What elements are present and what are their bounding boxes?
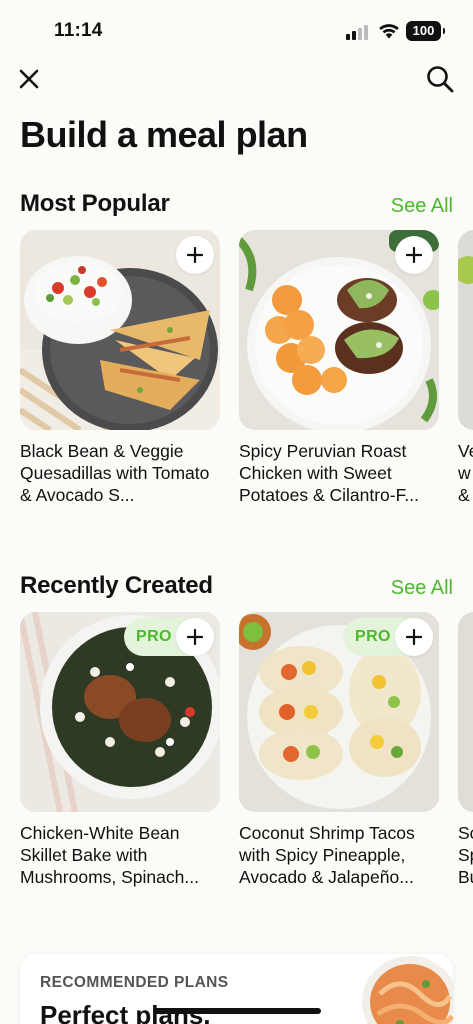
recipe-name: Black Bean & Veggie Quesadillas with Tom… (20, 441, 210, 505)
recommended-plan-image (362, 956, 453, 1024)
recipe-image: PRO (20, 612, 220, 812)
recipe-image (458, 230, 473, 430)
add-to-plan-button[interactable] (395, 236, 433, 274)
recipe-card[interactable]: Ve w & (458, 230, 473, 506)
cellular-signal-icon (346, 24, 370, 40)
battery-icon: 100 (406, 21, 445, 41)
plus-icon (187, 247, 203, 263)
recipe-card[interactable]: Sc Sp Bu (458, 612, 473, 888)
recipe-image (239, 230, 439, 430)
recipe-card[interactable]: PRO Coconut Shrimp Tacos with Spicy Pine… (239, 612, 439, 888)
recipe-name: Sc Sp Bu (458, 823, 473, 887)
recipe-name: Ve w & (458, 441, 473, 505)
plus-icon (406, 629, 422, 645)
status-time: 11:14 (54, 20, 103, 41)
page-title: Build a meal plan (20, 114, 308, 155)
recipe-image (20, 230, 220, 430)
see-all-most-popular-link[interactable]: See All (391, 195, 453, 218)
add-to-plan-button[interactable] (395, 618, 433, 656)
status-bar: 11:14 100 (0, 0, 473, 60)
recipe-image: PRO (239, 612, 439, 812)
recipe-image-partial (458, 230, 473, 430)
pro-label: PRO (136, 628, 172, 645)
add-to-plan-button[interactable] (176, 236, 214, 274)
recipe-name: Coconut Shrimp Tacos with Spicy Pineappl… (239, 823, 415, 887)
close-icon (19, 69, 39, 89)
plus-icon (187, 629, 203, 645)
recipe-card[interactable]: PRO Chicken-White Bean Skillet Bake with… (20, 612, 220, 888)
most-popular-carousel[interactable]: Black Bean & Veggie Quesadillas with Tom… (0, 230, 473, 530)
search-icon (427, 66, 454, 93)
section-title-recently-created: Recently Created (20, 572, 213, 599)
close-button[interactable] (14, 62, 44, 96)
search-button[interactable] (424, 62, 456, 96)
pro-badge: PRO (124, 618, 214, 656)
recipe-image-partial (458, 612, 473, 812)
pro-label: PRO (355, 628, 391, 645)
wifi-icon (379, 24, 399, 39)
recently-created-carousel[interactable]: PRO Chicken-White Bean Skillet Bake with… (0, 612, 473, 912)
plus-icon (406, 247, 422, 263)
pro-badge: PRO (343, 618, 433, 656)
home-indicator (153, 1008, 321, 1014)
recommended-plans-label: RECOMMENDED PLANS (40, 974, 229, 991)
add-to-plan-button[interactable] (176, 618, 214, 656)
recipe-name: Chicken-White Bean Skillet Bake with Mus… (20, 823, 199, 887)
see-all-recently-created-link[interactable]: See All (391, 577, 453, 600)
recipe-name: Spicy Peruvian Roast Chicken with Sweet … (239, 441, 419, 505)
recipe-card[interactable]: Black Bean & Veggie Quesadillas with Tom… (20, 230, 220, 506)
section-title-most-popular: Most Popular (20, 190, 170, 217)
recipe-image (458, 612, 473, 812)
recipe-card[interactable]: Spicy Peruvian Roast Chicken with Sweet … (239, 230, 439, 506)
